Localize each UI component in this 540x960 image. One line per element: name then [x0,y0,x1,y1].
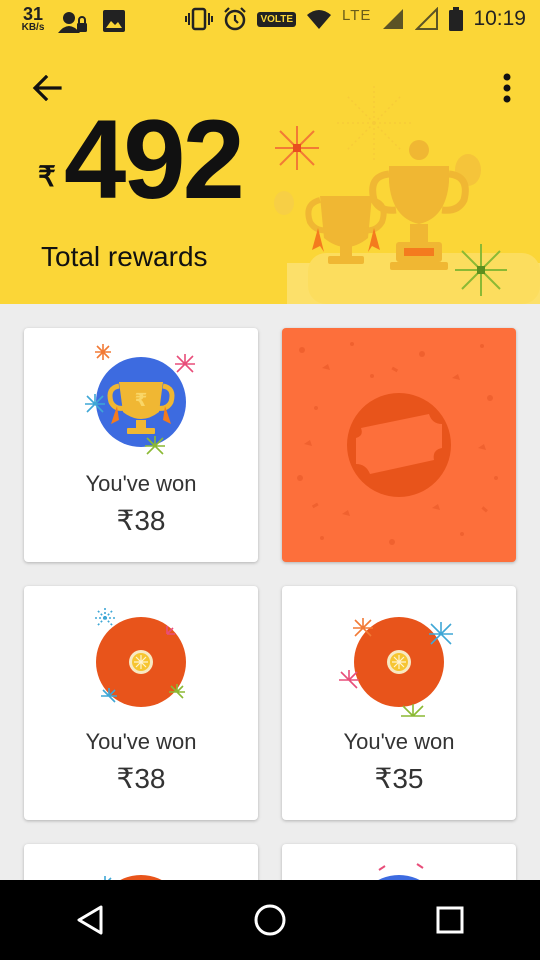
scratch-card[interactable] [282,328,516,562]
total-rewards-label: Total rewards [41,241,208,272]
reward-card-label: You've won [343,729,455,754]
reward-card-value: ₹38 [116,763,166,794]
wifi-icon [307,10,332,29]
status-icons: VOLTE LTE 10:19 [185,7,526,31]
reward-card-value: ₹38 [116,505,166,536]
nav-back-button[interactable] [60,890,120,950]
orange-badge-icon [339,617,453,717]
trophy-illustration [274,83,540,304]
clock: 10:19 [473,7,526,30]
square-recents-icon [436,906,464,934]
signal-empty-icon [415,7,439,30]
vibrate-icon [185,7,214,31]
circle-home-icon [254,904,286,936]
volte-badge: VOLTE [257,11,297,27]
currency-symbol: ₹ [38,161,56,192]
network-speed-value: 31 [22,4,44,24]
notification-icons [58,9,126,35]
arrow-left-icon [32,75,62,101]
reward-card-1[interactable]: ₹ You've won ₹38 [24,328,258,562]
triangle-back-icon [77,905,103,935]
nav-home-button[interactable] [240,890,300,950]
image-icon [103,10,125,32]
reward-card-2[interactable]: You've won ₹38 [24,586,258,820]
total-rewards-amount: 492 [64,97,245,222]
network-type: LTE [342,6,372,24]
reward-card-label: You've won [85,729,197,754]
reward-card-value: ₹35 [374,763,424,794]
network-speed: 31 KB/s [18,5,48,33]
network-speed-unit: KB/s [21,22,45,33]
rewards-header: ₹ 492 Total rewards [0,48,540,304]
reward-card-label: You've won [85,471,197,496]
status-bar: 31 KB/s VOLTE LTE 10:19 [0,0,540,48]
reward-card-3[interactable]: You've won ₹35 [282,586,516,820]
nav-recents-button[interactable] [420,890,480,950]
svg-text:₹: ₹ [135,390,148,411]
battery-icon [449,7,464,31]
alarm-icon [224,7,247,31]
accounts-icon [58,12,87,33]
signal-strength-icon [383,9,404,29]
system-nav-bar [0,880,540,960]
scratch-pattern [297,342,498,545]
trophy-badge-icon: ₹ [85,344,195,455]
orange-badge-icon [95,608,186,707]
